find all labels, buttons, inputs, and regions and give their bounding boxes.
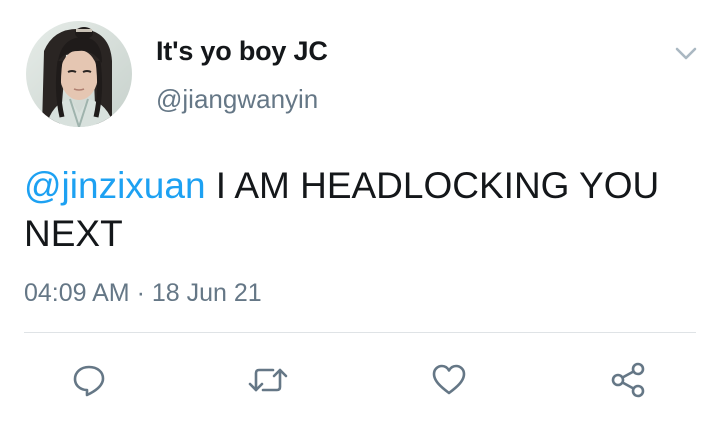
retweet-icon <box>248 368 288 392</box>
tweet-text: @jinzixuan I AM HEADLOCKING YOU NEXT <box>24 162 704 258</box>
user-handle[interactable]: @jiangwanyin <box>156 84 318 115</box>
chevron-down-icon[interactable] <box>670 40 702 66</box>
avatar-image <box>26 21 132 127</box>
mention-link[interactable]: @jinzixuan <box>24 165 206 206</box>
heart-icon <box>432 364 466 395</box>
retweet-button[interactable] <box>246 358 290 402</box>
divider <box>24 332 696 333</box>
reply-button[interactable] <box>67 358 111 402</box>
display-name[interactable]: It's yo boy JC <box>156 36 328 67</box>
avatar[interactable] <box>26 21 132 127</box>
share-button[interactable] <box>606 358 650 402</box>
tweet-card: It's yo boy JC @jiangwanyin @jinzixuan I… <box>0 0 720 439</box>
tweet-timestamp[interactable]: 04:09 AM · 18 Jun 21 <box>24 279 262 308</box>
share-icon <box>611 362 645 398</box>
reply-icon <box>73 365 105 397</box>
like-button[interactable] <box>427 358 471 402</box>
